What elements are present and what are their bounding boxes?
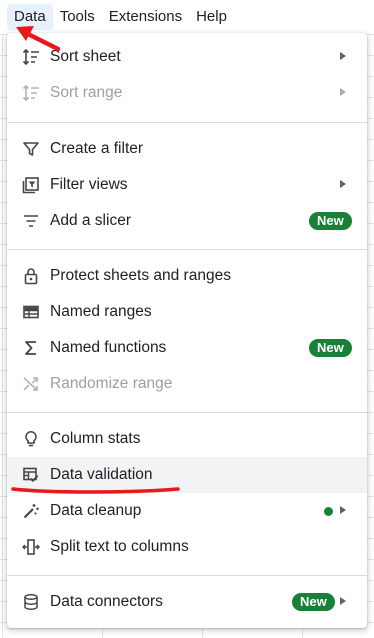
menu-item-randomize-range[interactable]: Randomize range bbox=[7, 366, 367, 402]
menu-item-data-validation[interactable]: Data validation bbox=[7, 457, 367, 493]
menu-item-label: Sort range bbox=[50, 84, 123, 101]
database-icon bbox=[21, 592, 41, 612]
menu-item-named-ranges[interactable]: Named ranges bbox=[7, 294, 367, 330]
submenu-arrow-icon bbox=[340, 52, 346, 60]
data-validation-icon bbox=[21, 465, 41, 485]
menu-help[interactable]: Help bbox=[189, 4, 234, 30]
submenu-arrow-icon bbox=[340, 506, 346, 514]
submenu-arrow-icon bbox=[340, 597, 346, 605]
sort-icon bbox=[21, 47, 41, 67]
menu-item-label: Create a filter bbox=[50, 140, 144, 157]
filter-views-icon bbox=[21, 175, 41, 195]
new-badge: New bbox=[309, 212, 352, 230]
menu-item-split-text[interactable]: Split text to columns bbox=[7, 529, 367, 565]
menu-item-label: Protect sheets and ranges bbox=[50, 267, 231, 284]
menu-divider bbox=[7, 412, 367, 413]
named-ranges-icon bbox=[21, 302, 41, 322]
menu-item-sort-range[interactable]: Sort range bbox=[7, 75, 367, 111]
menu-data[interactable]: Data bbox=[7, 4, 53, 30]
submenu-arrow-icon bbox=[340, 180, 346, 188]
menu-item-create-filter[interactable]: Create a filter bbox=[7, 131, 367, 167]
menu-item-label: Column stats bbox=[50, 430, 141, 447]
menu-item-label: Randomize range bbox=[50, 375, 173, 392]
menu-item-label: Data validation bbox=[50, 466, 153, 483]
menu-item-label: Add a slicer bbox=[50, 212, 131, 229]
lock-icon bbox=[21, 266, 41, 286]
menu-item-column-stats[interactable]: Column stats bbox=[7, 421, 367, 457]
menu-item-data-connectors[interactable]: Data connectors New bbox=[7, 584, 367, 620]
menu-item-add-slicer[interactable]: Add a slicer New bbox=[7, 203, 367, 239]
status-dot bbox=[324, 507, 333, 516]
menu-divider bbox=[7, 249, 367, 250]
menu-item-label: Filter views bbox=[50, 176, 128, 193]
filter-icon bbox=[21, 139, 41, 159]
menu-item-label: Split text to columns bbox=[50, 538, 189, 555]
menu-item-protect-sheets[interactable]: Protect sheets and ranges bbox=[7, 258, 367, 294]
data-menu-dropdown: Sort sheet Sort range Create a filter Fi… bbox=[7, 33, 367, 628]
magic-wand-icon bbox=[21, 501, 41, 521]
menu-item-filter-views[interactable]: Filter views bbox=[7, 167, 367, 203]
menu-item-sort-sheet[interactable]: Sort sheet bbox=[7, 39, 367, 75]
menu-item-label: Data cleanup bbox=[50, 502, 142, 519]
slicer-icon bbox=[21, 211, 41, 231]
menu-divider bbox=[7, 575, 367, 576]
menu-item-data-cleanup[interactable]: Data cleanup bbox=[7, 493, 367, 529]
menu-item-label: Sort sheet bbox=[50, 48, 121, 65]
sort-icon bbox=[21, 83, 41, 103]
new-badge: New bbox=[292, 593, 335, 611]
menu-item-named-functions[interactable]: Named functions New bbox=[7, 330, 367, 366]
menu-tools[interactable]: Tools bbox=[53, 4, 102, 30]
menu-item-label: Named functions bbox=[50, 339, 167, 356]
sigma-icon bbox=[21, 338, 41, 358]
lightbulb-icon bbox=[21, 429, 41, 449]
new-badge: New bbox=[309, 339, 352, 357]
split-columns-icon bbox=[21, 537, 41, 557]
shuffle-icon bbox=[21, 374, 41, 394]
menu-bar: Data Tools Extensions Help bbox=[0, 0, 374, 34]
menu-item-label: Data connectors bbox=[50, 593, 163, 610]
menu-item-label: Named ranges bbox=[50, 303, 152, 320]
menu-divider bbox=[7, 122, 367, 123]
submenu-arrow-icon bbox=[340, 88, 346, 96]
menu-extensions[interactable]: Extensions bbox=[102, 4, 189, 30]
